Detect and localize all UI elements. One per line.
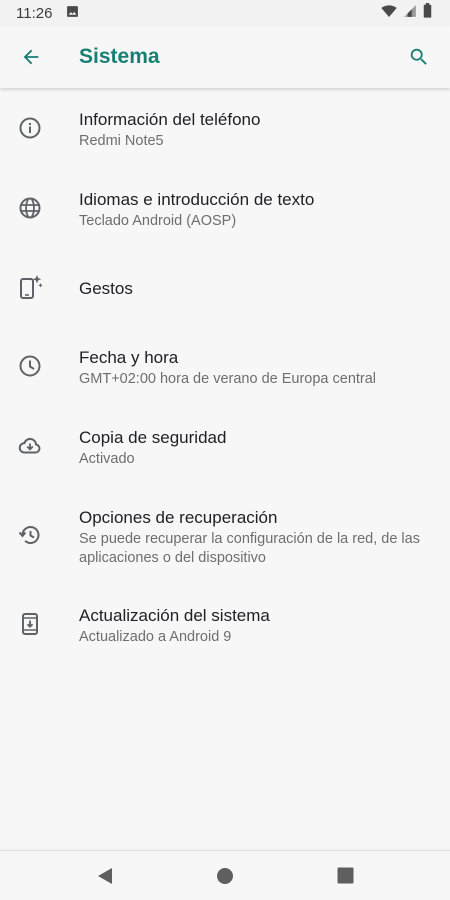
clock-icon [18, 354, 42, 383]
item-title: Información del teléfono [79, 110, 261, 129]
home-circle-icon[interactable] [214, 865, 236, 887]
page-title: Sistema [79, 45, 160, 68]
item-subtitle: GMT+02:00 hora de verano de Europa centr… [79, 371, 377, 387]
item-title: Copia de seguridad [79, 428, 227, 447]
item-subtitle: Se puede recuperar la configuración de l… [79, 530, 420, 566]
list-item-phone-info[interactable]: Información del teléfono Redmi Note5 [0, 90, 450, 170]
item-title: Fecha y hora [79, 348, 179, 367]
item-subtitle: Teclado Android (AOSP) [79, 213, 237, 229]
status-time: 11:26 [16, 4, 53, 22]
navigation-bar [0, 850, 450, 900]
search-icon[interactable] [388, 26, 450, 88]
list-item-languages[interactable]: Idiomas e introducción de texto Teclado … [0, 170, 450, 250]
list-item-backup[interactable]: Copia de seguridad Activado [0, 408, 450, 488]
settings-list: Información del teléfono Redmi Note5 Idi… [0, 88, 450, 848]
battery-icon [423, 3, 432, 23]
list-item-date-time[interactable]: Fecha y hora GMT+02:00 hora de verano de… [0, 328, 450, 408]
recents-square-icon[interactable] [334, 865, 356, 887]
back-triangle-icon[interactable] [94, 865, 116, 887]
image-icon [66, 5, 79, 22]
cloud-upload-icon [18, 434, 42, 463]
arrow-back-icon[interactable] [0, 26, 62, 88]
gestures-icon [18, 274, 44, 305]
status-bar: 11:26 [0, 0, 450, 26]
item-subtitle: Redmi Note5 [79, 133, 164, 149]
app-bar: Sistema [0, 26, 450, 88]
item-title: Gestos [79, 279, 133, 298]
item-subtitle: Actualizado a Android 9 [79, 629, 232, 645]
item-subtitle: Activado [79, 451, 135, 467]
list-item-gestures[interactable]: Gestos [0, 250, 450, 328]
info-icon [18, 116, 42, 145]
item-title: Actualización del sistema [79, 606, 270, 625]
globe-icon [18, 196, 42, 225]
list-item-recovery-options[interactable]: Opciones de recuperación Se puede recupe… [0, 488, 450, 586]
item-title: Idiomas e introducción de texto [79, 190, 315, 209]
wifi-icon [381, 4, 397, 23]
signal-icon [403, 4, 417, 23]
history-icon [18, 523, 42, 552]
list-item-system-update[interactable]: Actualización del sistema Actualizado a … [0, 586, 450, 666]
system-update-icon [18, 612, 42, 641]
item-title: Opciones de recuperación [79, 507, 278, 527]
